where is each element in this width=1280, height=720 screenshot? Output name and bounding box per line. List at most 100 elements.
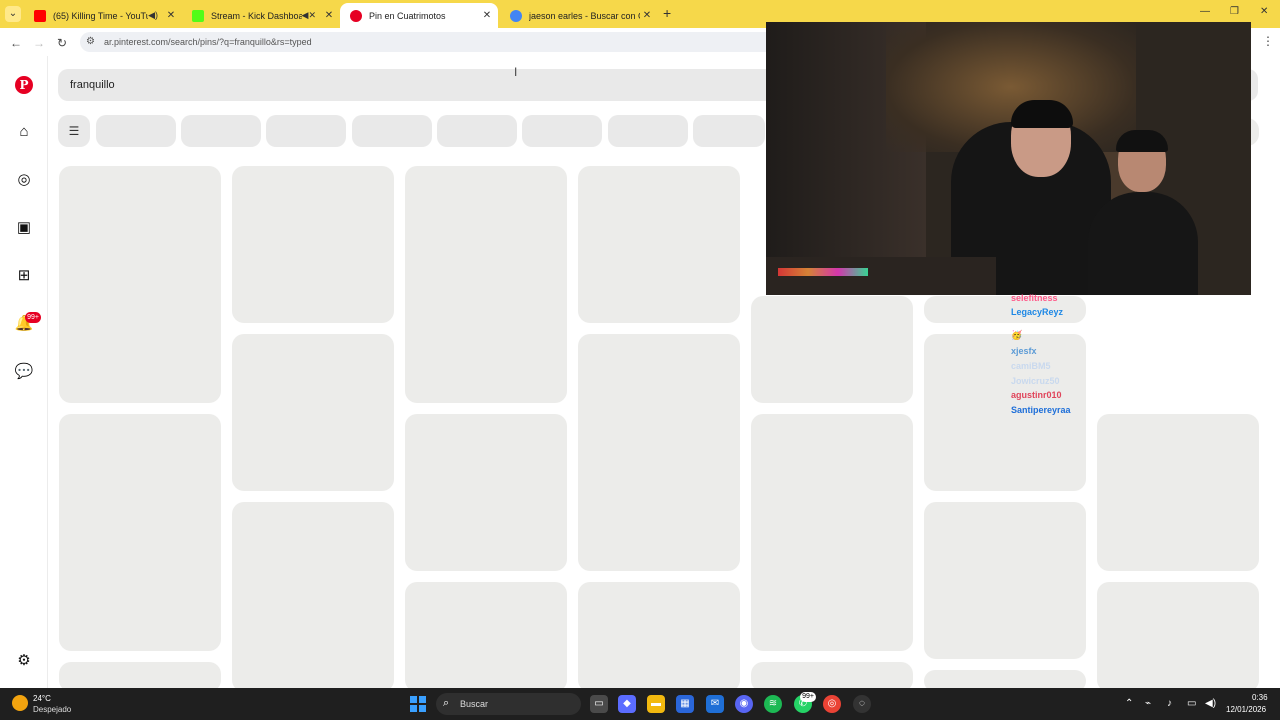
kick-icon <box>192 9 204 22</box>
taskbar-search-box[interactable] <box>436 693 581 715</box>
minimize-icon[interactable]: — <box>1200 6 1210 17</box>
chat-username: agustinr010 <box>1011 390 1062 400</box>
weather-temperature[interactable]: 24°C <box>33 694 51 703</box>
close-icon[interactable]: ✕ <box>640 10 654 21</box>
windows-start-icon[interactable] <box>410 696 426 712</box>
restore-icon[interactable]: ❐ <box>1230 6 1239 17</box>
chat-message: 🥳 <box>1011 330 1022 341</box>
close-icon[interactable]: ✕ <box>164 10 178 21</box>
volume-icon[interactable]: ◀) <box>1205 698 1216 709</box>
search-input[interactable]: franquillo <box>70 79 115 91</box>
pin-placeholder[interactable] <box>232 502 394 692</box>
filter-chip-placeholder[interactable] <box>352 115 432 147</box>
pin-placeholder[interactable] <box>578 166 740 323</box>
pin-placeholder[interactable] <box>405 582 567 692</box>
chat-message: camiBM5 <box>1011 361 1051 371</box>
chat-username: Jowicruz50 <box>1011 376 1060 386</box>
settings-gear-icon[interactable]: ⚙ <box>14 651 34 671</box>
tab-title: Stream - Kick Dashboard <box>211 10 302 21</box>
search-icon: ⌕ <box>443 697 450 709</box>
weather-description[interactable]: Despejado <box>33 705 71 714</box>
browser-menu-icon[interactable]: ⋮ <box>1262 34 1274 48</box>
chat-username: xjesfx <box>1011 346 1037 356</box>
boards-icon[interactable]: ▣ <box>14 218 34 238</box>
close-icon[interactable]: ✕ <box>480 10 494 21</box>
filter-chip-placeholder[interactable] <box>608 115 688 147</box>
chat-username: selefitness <box>1011 293 1058 303</box>
filter-chip-placeholder[interactable] <box>522 115 602 147</box>
filter-icon[interactable]: ☰ <box>58 115 90 147</box>
webcam-overlay <box>766 22 1251 295</box>
pin-placeholder[interactable] <box>59 414 221 651</box>
close-icon[interactable]: ✕ <box>322 10 336 21</box>
new-tab-button[interactable]: + <box>663 5 671 21</box>
pin-placeholder[interactable] <box>59 166 221 403</box>
text-cursor-icon: I <box>514 65 518 79</box>
tab-title: (65) Killing Time - YouTube <box>53 10 148 21</box>
pin-placeholder[interactable] <box>232 334 394 491</box>
pin-placeholder[interactable] <box>1097 414 1259 571</box>
webcam-desk <box>766 257 996 295</box>
speaker-icon[interactable]: ◀) <box>148 10 158 21</box>
clock-time[interactable]: 0:36 <box>1252 693 1268 702</box>
reload-icon[interactable]: ↻ <box>57 36 67 50</box>
messages-icon[interactable]: 💬 <box>14 362 34 382</box>
site-info-icon[interactable]: ⚙ <box>86 36 95 47</box>
filter-chip-placeholder[interactable] <box>181 115 261 147</box>
forward-icon[interactable]: → <box>33 36 45 50</box>
clock-date[interactable]: 12/01/2026 <box>1226 705 1266 714</box>
pinterest-logo-icon[interactable]: P <box>15 76 33 94</box>
create-icon[interactable]: ⊞ <box>14 266 34 286</box>
microsoft-store-icon[interactable]: ▦ <box>676 695 694 713</box>
microphone-icon[interactable]: ♪ <box>1167 698 1172 709</box>
spotify-icon[interactable]: ≋ <box>764 695 782 713</box>
discord-icon[interactable]: ◉ <box>735 695 753 713</box>
obs-icon[interactable]: ◌ <box>853 695 871 713</box>
streamer-cap <box>1011 100 1073 128</box>
explore-icon[interactable]: ◎ <box>14 170 34 190</box>
pin-placeholder[interactable] <box>1097 582 1259 692</box>
tab-title: jaeson earles - Buscar con Goo <box>529 10 640 21</box>
pin-placeholder[interactable] <box>751 296 913 403</box>
show-hidden-icons-icon[interactable]: ⌃ <box>1125 698 1133 709</box>
home-icon[interactable]: ⌂ <box>14 122 34 142</box>
filter-chip-placeholder[interactable] <box>266 115 346 147</box>
chat-emote: 🥳 <box>1011 330 1023 340</box>
tab-kick-dashboard[interactable]: Stream - Kick Dashboard ◀✕ ✕ <box>182 3 340 28</box>
tab-google-search[interactable]: jaeson earles - Buscar con Goo ✕ <box>500 3 658 28</box>
tab-pinterest[interactable]: Pin en Cuatrimotos ✕ <box>340 3 498 28</box>
file-explorer-icon[interactable]: ▬ <box>647 695 665 713</box>
task-view-icon[interactable]: ▭ <box>590 695 608 713</box>
filter-chip-placeholder[interactable] <box>437 115 517 147</box>
display-icon[interactable]: ▭ <box>1187 698 1196 709</box>
pin-placeholder[interactable] <box>232 166 394 323</box>
chrome-icon[interactable]: ◎ <box>823 695 841 713</box>
weather-moon-icon[interactable] <box>12 695 28 711</box>
chat-message: selefitness <box>1011 293 1058 303</box>
taskbar-search-label[interactable]: Buscar <box>460 699 488 709</box>
mail-icon[interactable]: ✉ <box>706 695 724 713</box>
pin-placeholder[interactable] <box>578 334 740 571</box>
chat-message: Jowicruz50 <box>1011 376 1060 386</box>
network-icon[interactable]: ⌁ <box>1145 698 1151 709</box>
chat-message: xjesfx <box>1011 346 1037 356</box>
chat-username: LegacyReyz <box>1011 307 1064 317</box>
url-text[interactable]: ar.pinterest.com/search/pins/?q=franquil… <box>104 37 312 47</box>
webcam-rgb-lights <box>778 268 868 276</box>
copilot-icon[interactable]: ◆ <box>618 695 636 713</box>
back-icon[interactable]: ← <box>10 36 22 50</box>
pin-placeholder[interactable] <box>405 414 567 571</box>
chat-message: agustinr010 <box>1011 390 1062 400</box>
pin-placeholder[interactable] <box>578 582 740 692</box>
guest-cap <box>1116 130 1168 152</box>
close-window-icon[interactable]: ✕ <box>1260 6 1268 17</box>
filter-chip-placeholder[interactable] <box>96 115 176 147</box>
pin-placeholder[interactable] <box>751 414 913 651</box>
pinterest-icon <box>350 9 362 22</box>
tab-youtube[interactable]: (65) Killing Time - YouTube ◀) ✕ <box>24 3 182 28</box>
tab-search-button[interactable]: ⌄ <box>5 6 21 22</box>
muted-speaker-icon[interactable]: ◀✕ <box>302 10 316 21</box>
pin-placeholder[interactable] <box>924 502 1086 659</box>
filter-chip-placeholder[interactable] <box>693 115 765 147</box>
pin-placeholder[interactable] <box>405 166 567 403</box>
